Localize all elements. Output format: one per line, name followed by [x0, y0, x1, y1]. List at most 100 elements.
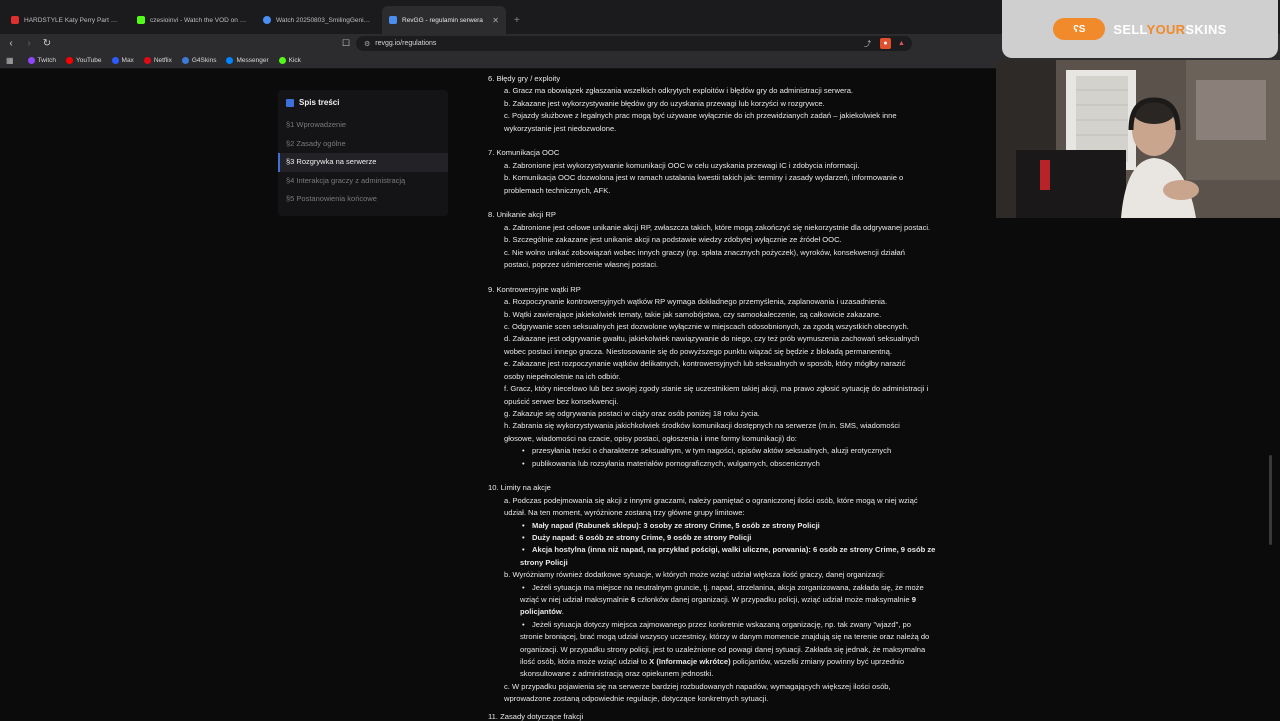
address-bar[interactable]: ⚙ revgg.io/regulations	[356, 36, 912, 51]
tab-youtube[interactable]: HARDSTYLE Katy Perry Part Of M	[4, 6, 128, 34]
rule-item: b. Zakazane jest wykorzystywanie błędów …	[504, 98, 825, 108]
bullet-item: Mały napad (Rabunek sklepu): 3 osoby ze …	[488, 520, 988, 533]
book-icon	[286, 98, 294, 107]
webcam-overlay	[996, 60, 1280, 218]
site-info-icon[interactable]: ⚙	[364, 40, 370, 48]
bookmark-g4skins[interactable]: G4Skins	[181, 57, 217, 64]
bullet-continuation: stronie broniącej, brać mogą udział wszy…	[520, 632, 930, 642]
max-icon	[111, 57, 119, 64]
tab-watch[interactable]: Watch 20250803_SmilingGeniusGarl	[256, 6, 380, 34]
text-run-bold: 9	[911, 595, 916, 604]
twitch-icon	[27, 57, 35, 64]
tab-title: HARDSTYLE Katy Perry Part Of M	[24, 16, 121, 24]
rule-item: wykorzystanie jest niedozwolone.	[504, 123, 617, 133]
rule-item: c. Nie wolno unikać zobowiązań wobec inn…	[504, 247, 905, 257]
brave-shield-icon[interactable]: ●	[880, 38, 891, 49]
text-run: policjantów, wszelki zmiany powinny być …	[730, 657, 905, 667]
sponsor-banner: ʕS SELLYOURSKINS	[1002, 0, 1278, 58]
section-title: 10. Limity na akcje	[488, 483, 551, 493]
rule-item: udział. Na ten moment, wyróżnione zostan…	[504, 508, 745, 518]
rewards-icon[interactable]: ▲	[896, 38, 907, 49]
toc-item-zasady-ogolne[interactable]: §2 Zasady ogólne	[278, 135, 448, 154]
rule-item: problemach technicznych, AFK.	[504, 185, 611, 195]
bullet-item: przesyłania treści o charakterze seksual…	[488, 445, 988, 458]
bookmark-messenger[interactable]: Messenger	[226, 57, 269, 64]
section-title: 6. Błędy gry / exploity	[488, 74, 561, 83]
rule-item: e. Zakazane jest rozpoczynanie wątków de…	[504, 359, 906, 369]
rule-item: opuścić serwer bez konsekwencji.	[504, 396, 619, 406]
new-tab-button[interactable]: +	[508, 6, 526, 34]
rule-item: a. Zabronione jest wykorzystywanie komun…	[504, 160, 860, 170]
tab-title: RevGG - regulamin serwera	[402, 16, 483, 24]
rule-item: b. Szczególnie zakazane jest unikanie ak…	[504, 235, 842, 245]
bookmark-label: YouTube	[75, 57, 102, 64]
webcam-image	[996, 60, 1280, 218]
table-of-contents: Spis treści §1 Wprowadzenie §2 Zasady og…	[278, 90, 448, 216]
rule-item: c. Odgrywanie scen seksualnych jest dozw…	[504, 322, 909, 332]
rule-item: f. Gracz, który niecelowo lub bez swojej…	[504, 384, 929, 394]
scrollbar-thumb[interactable]	[1269, 455, 1272, 545]
bullet-continuation: skonsultowane z administracją oraz opiek…	[520, 669, 714, 679]
bookmark-label: Kick	[288, 57, 301, 64]
forward-icon[interactable]: ›	[22, 37, 36, 51]
section-9: 9. Kontrowersyjne wątki RP a. Rozpoczyna…	[488, 284, 988, 471]
rule-item: głosowe, wiadomości na czacie, opisy pos…	[504, 433, 797, 443]
bullet-item: Akcja hostylna (inna niż napad, na przyk…	[488, 544, 988, 557]
sellyourskins-logo-icon: ʕS	[1053, 18, 1106, 40]
tab-kick[interactable]: czesioinvi - Watch the VOD on Kick	[130, 6, 254, 34]
bullet-item: publikowania lub rozsyłania materiałów p…	[488, 458, 988, 471]
rule-item: c. W przypadku pojawienia się na serwerz…	[504, 681, 891, 691]
youtube-icon	[65, 57, 73, 64]
tab-title: czesioinvi - Watch the VOD on Kick	[150, 16, 247, 24]
kick-icon	[278, 57, 286, 64]
text-run-bold: X (Informacje wkrótce)	[649, 657, 731, 667]
toc-item-postanowienia[interactable]: §5 Postanowienia końcowe	[278, 190, 448, 209]
rule-item: b. Komunikacja OOC dozwolona jest w rama…	[504, 173, 904, 183]
sponsor-name-part: SELL	[1113, 21, 1147, 37]
rule-item: h. Zabrania się wykorzystywania jakichko…	[504, 421, 900, 431]
bookmark-max[interactable]: Max	[111, 57, 134, 64]
bullet-continuation: strony Policji	[520, 557, 568, 567]
section-10: 10. Limity na akcje a. Podczas podejmowa…	[488, 482, 988, 705]
bookmark-netflix[interactable]: Netflix	[143, 57, 172, 64]
back-icon[interactable]: ‹	[4, 37, 18, 51]
close-icon[interactable]: ✕	[492, 16, 499, 25]
bullet-continuation: wziąć w niej udział maksymalnie 6 członk…	[488, 594, 988, 606]
rule-item: c. Pojazdy służbowe z legalnych prac mog…	[504, 111, 897, 121]
section-title: 9. Kontrowersyjne wątki RP	[488, 284, 581, 294]
section-7: 7. Komunikacja OOC a. Zabronione jest wy…	[488, 147, 988, 197]
bookmark-twitch[interactable]: Twitch	[27, 57, 56, 64]
text-run: wziąć w niej udział maksymalnie	[520, 595, 631, 604]
reload-icon[interactable]: ↻	[40, 37, 54, 51]
youtube-icon	[11, 16, 19, 24]
toc-title: Spis treści	[278, 98, 448, 107]
rule-item: b. Wyróżniamy również dodatkowe sytuacje…	[504, 570, 885, 580]
rule-item: b. Wątki zawierające jakiekolwiek tematy…	[504, 309, 882, 319]
rule-item: g. Zakazuje się odgrywania postaci w cią…	[504, 408, 760, 418]
rule-item: a. Podczas podejmowania się akcji z inny…	[504, 495, 918, 505]
globe-icon	[263, 16, 271, 24]
messenger-icon	[226, 57, 234, 64]
section-title: 8. Unikanie akcji RP	[488, 210, 556, 220]
g4skins-icon	[181, 57, 189, 64]
rule-item: a. Gracz ma obowiązek zgłaszania wszelki…	[504, 86, 854, 96]
share-icon[interactable]: ⤴	[862, 38, 873, 49]
bookmark-youtube[interactable]: YouTube	[65, 57, 102, 64]
tab-title: Watch 20250803_SmilingGeniusGarl	[276, 16, 373, 24]
bookmark-label: G4Skins	[191, 57, 217, 64]
bullet-item: Duży napad: 6 osób ze strony Crime, 9 os…	[488, 532, 988, 545]
netflix-icon	[143, 57, 151, 64]
bookmark-label: Messenger	[236, 57, 269, 64]
bookmark-kick[interactable]: Kick	[278, 57, 301, 64]
apps-grid-icon[interactable]: ▦	[6, 56, 14, 65]
rule-item: wprowadzone zostaną odpowiednie regulacj…	[504, 694, 769, 704]
tab-revgg[interactable]: RevGG - regulamin serwera ✕	[382, 6, 506, 34]
toc-item-rozgrywka[interactable]: §3 Rozgrywka na serwerze	[278, 153, 448, 172]
toc-item-wprowadzenie[interactable]: §1 Wprowadzenie	[278, 116, 448, 135]
toc-item-interakcja[interactable]: §4 Interakcja graczy z administracją	[278, 172, 448, 191]
text-run-bold: policjantów	[520, 607, 562, 617]
text-run: ilość osób, która może wziąć udział to	[520, 657, 650, 667]
bookmark-icon[interactable]: ☐	[342, 38, 350, 49]
section-6: 6. Błędy gry / exploity a. Gracz ma obow…	[488, 73, 988, 135]
bullet-item: Jeżeli sytuacja ma miejsce na neutralnym…	[488, 582, 988, 595]
